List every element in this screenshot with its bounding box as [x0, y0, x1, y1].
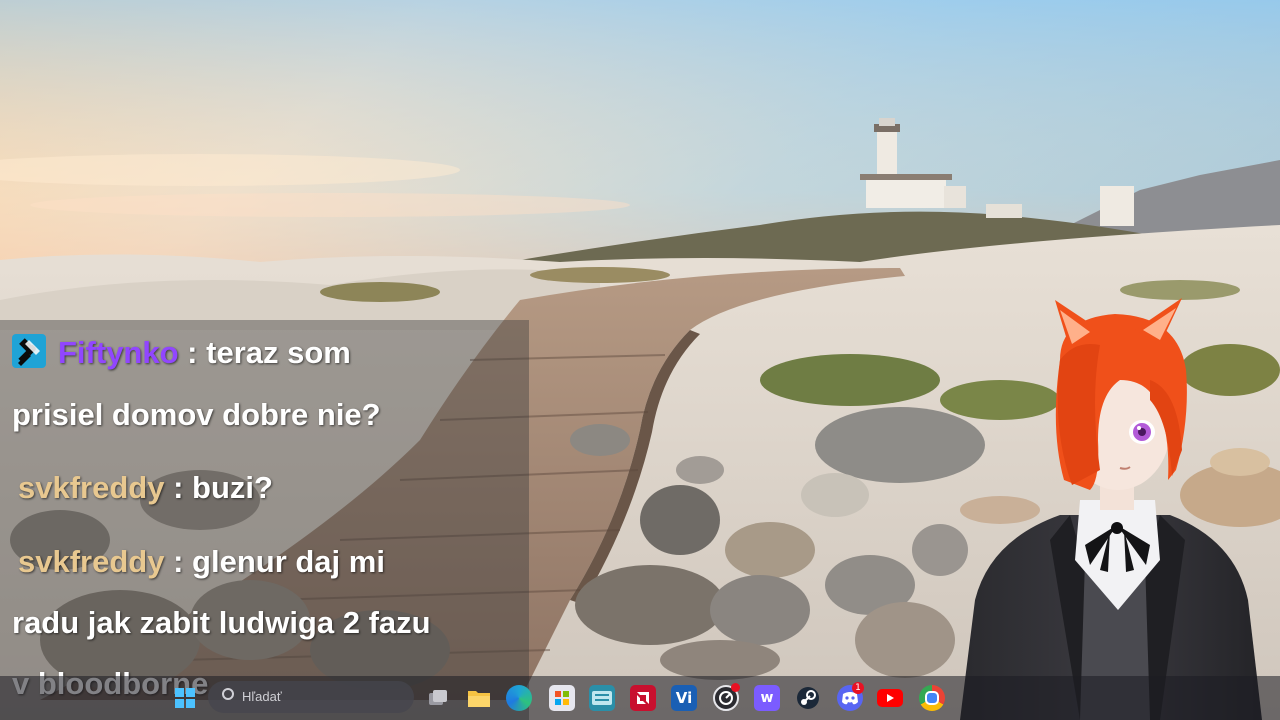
discord-notification-badge: 1 [852, 682, 864, 694]
chat-text: buzi? [192, 470, 273, 505]
task-view-icon[interactable] [425, 685, 451, 711]
chrome-icon[interactable] [919, 685, 945, 711]
chat-separator: : [164, 544, 193, 579]
youtube-icon[interactable] [877, 689, 903, 707]
chat-message-continued: radu jak zabit ludwiga 2 fazu [12, 593, 527, 653]
chat-message: Fiftynko : teraz som [12, 323, 527, 383]
file-explorer-icon[interactable] [466, 685, 492, 711]
recording-dot [731, 683, 740, 692]
chat-separator: : [178, 335, 207, 370]
windows-start-icon[interactable] [172, 685, 198, 711]
chat-username: svkfreddy [18, 544, 165, 579]
store-icon[interactable] [549, 685, 575, 711]
chat-separator: : [164, 470, 193, 505]
chat-message: svkfreddy : glenur daj mi [18, 532, 533, 592]
chat-text: radu jak zabit ludwiga 2 fazu [12, 605, 431, 640]
steam-icon[interactable] [795, 685, 821, 711]
chat-text: teraz som [206, 335, 351, 370]
taskbar-search-box[interactable] [208, 681, 414, 713]
chat-username: svkfreddy [18, 470, 165, 505]
search-icon [222, 688, 234, 700]
chat-overlay: Fiftynko : teraz som prisiel domov dobre… [0, 320, 529, 720]
search-placeholder: Hľadať [242, 689, 282, 704]
chat-text: prisiel domov dobre nie? [12, 397, 381, 432]
moderator-badge-icon [12, 334, 46, 368]
chat-username: Fiftynko [58, 335, 179, 370]
stream-app-icon[interactable]: w [754, 685, 780, 711]
vegas-icon[interactable]: Vi [671, 685, 697, 711]
keyboard-app-icon[interactable] [589, 685, 615, 711]
chat-text: glenur daj mi [192, 544, 385, 579]
edge-icon[interactable] [506, 685, 532, 711]
chat-message-continued: prisiel domov dobre nie? [12, 385, 527, 445]
amd-icon[interactable] [630, 685, 656, 711]
chat-message: svkfreddy : buzi? [18, 458, 533, 518]
